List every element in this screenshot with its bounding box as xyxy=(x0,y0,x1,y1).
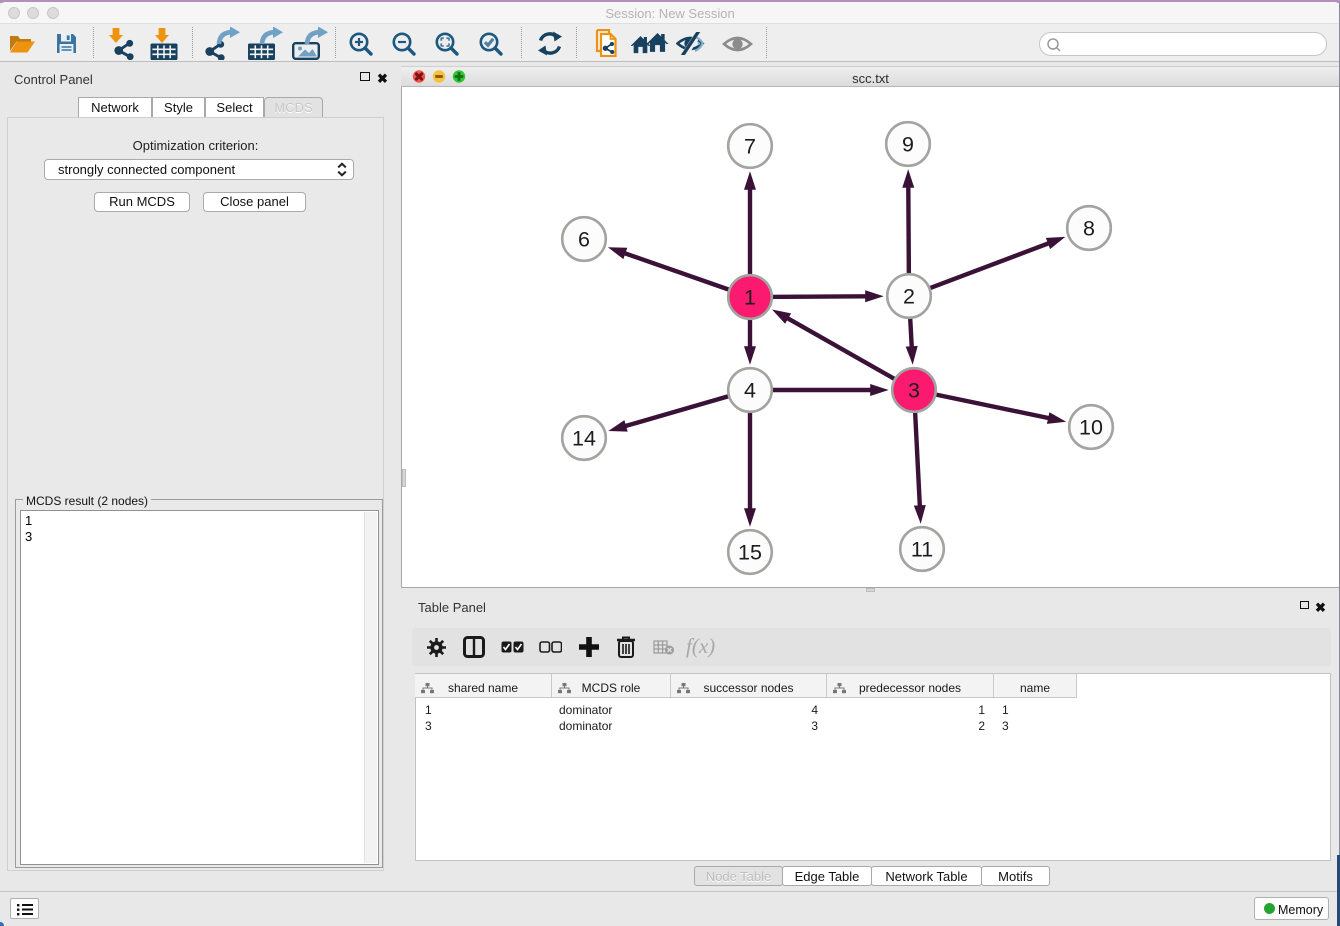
svg-text:1: 1 xyxy=(744,286,756,310)
svg-text:6: 6 xyxy=(578,228,590,252)
svg-text:7: 7 xyxy=(744,135,756,159)
svg-text:10: 10 xyxy=(1079,416,1103,440)
svg-text:14: 14 xyxy=(572,427,596,451)
svg-text:2: 2 xyxy=(903,285,915,309)
svg-text:8: 8 xyxy=(1083,217,1095,241)
svg-text:11: 11 xyxy=(911,538,933,562)
svg-text:9: 9 xyxy=(902,133,914,157)
svg-text:3: 3 xyxy=(908,379,920,403)
svg-text:15: 15 xyxy=(738,541,762,565)
svg-text:4: 4 xyxy=(744,379,756,403)
